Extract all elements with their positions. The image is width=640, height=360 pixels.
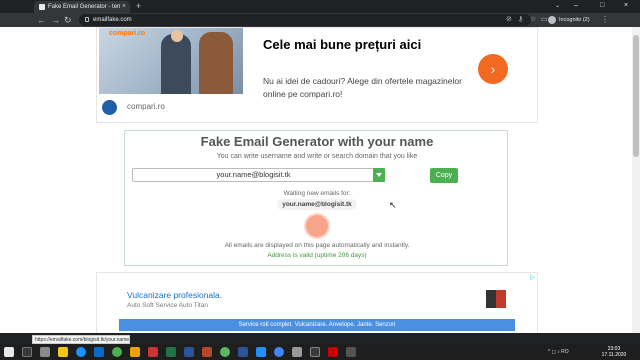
- close-window-button[interactable]: ×: [624, 1, 628, 11]
- ad-image[interactable]: compari.ro: [99, 28, 243, 94]
- ad-arrow-button[interactable]: ›: [478, 54, 508, 84]
- page-subtitle: You can write username and write or sear…: [216, 153, 418, 160]
- reload-icon[interactable]: ↻: [64, 14, 72, 26]
- edge-icon[interactable]: [76, 347, 86, 357]
- copy-button[interactable]: Copy: [430, 168, 458, 183]
- back-arrow-icon[interactable]: ←: [37, 14, 46, 26]
- ad-person-head: [171, 30, 183, 42]
- address-validity-status: Address is valid (uptime 206 days): [267, 252, 367, 259]
- domain-dropdown-button[interactable]: [373, 168, 385, 182]
- lock-icon[interactable]: [85, 17, 89, 22]
- scrollbar-thumb[interactable]: [633, 35, 639, 157]
- file-explorer-icon[interactable]: [58, 347, 68, 357]
- tab-strip: Fake Email Generator - temp m... × + ⌄ –…: [0, 0, 640, 13]
- tab-title: Fake Email Generator - temp m...: [48, 4, 120, 10]
- ad-site-label[interactable]: compari.ro: [127, 102, 165, 111]
- task-view-icon[interactable]: [40, 347, 50, 357]
- browser-menu-icon[interactable]: ⋮: [601, 14, 609, 26]
- word-icon[interactable]: [238, 347, 248, 357]
- toolbar-icons: ⊘ ⚷ ☆ ▭: [506, 15, 550, 25]
- page-title: Fake Email Generator with your name: [200, 134, 434, 149]
- mouse-cursor-icon: ↖: [389, 200, 397, 210]
- app-icon[interactable]: [148, 347, 158, 357]
- address-bar[interactable]: emailfake.com: [79, 14, 531, 26]
- app-icon[interactable]: [256, 347, 266, 357]
- app-icon[interactable]: [328, 347, 338, 357]
- auto-refresh-note: All emails are displayed on this page au…: [224, 242, 410, 249]
- ad-text: Nu ai idei de cadouri? Alege din ofertel…: [263, 76, 462, 99]
- browser-toolbar: ← → ↻ emailfake.com ⊘ ⚷ ☆ ▭ Incognito (2…: [0, 13, 640, 27]
- start-menu-icon[interactable]: [4, 347, 14, 357]
- ad-description-bar[interactable]: Service roti complet. Vulcanizare. Anvel…: [119, 319, 515, 331]
- app-icon[interactable]: [112, 347, 122, 357]
- tab-fake-email-generator[interactable]: Fake Email Generator - temp m... ×: [34, 1, 130, 13]
- incognito-label: Incognito (2): [559, 17, 590, 23]
- ad-title[interactable]: Cele mai bune prețuri aici: [263, 37, 421, 52]
- ad-person-image: [199, 32, 233, 94]
- app-icon[interactable]: [220, 347, 230, 357]
- minimize-button[interactable]: –: [574, 1, 578, 11]
- windows-taskbar: ^ ◻ ♪ RO 23:03 17.11.2020: [0, 344, 640, 360]
- bottom-ad-banner[interactable]: ▷ Vulcanizare profesionala. Auto Soft Se…: [96, 272, 538, 333]
- email-input[interactable]: your.name@blogisit.tk: [132, 168, 375, 182]
- search-icon[interactable]: [22, 347, 32, 357]
- bookmark-star-icon[interactable]: ☆: [530, 15, 536, 25]
- excel-icon[interactable]: [166, 347, 176, 357]
- clock-date: 17.11.2020: [601, 352, 627, 358]
- app-icon[interactable]: [310, 347, 320, 357]
- tab-close-icon[interactable]: ×: [122, 2, 126, 12]
- ad-person-image: [161, 34, 191, 94]
- waiting-label: Waiting new emails for:: [283, 190, 351, 197]
- app-icon[interactable]: [130, 347, 140, 357]
- site-favicon-icon: [39, 4, 45, 10]
- store-icon[interactable]: [94, 347, 104, 357]
- compari-logo-icon: [102, 100, 117, 115]
- ad-title[interactable]: Vulcanizare profesionala.: [127, 290, 222, 300]
- loading-spinner-icon: [306, 215, 328, 237]
- waiting-address: your.name@blogisit.tk: [277, 199, 357, 210]
- page-content: compari.ro Cele mai bune prețuri aici Nu…: [0, 27, 640, 333]
- forward-arrow-icon[interactable]: →: [51, 14, 60, 26]
- app-icon[interactable]: [202, 347, 212, 357]
- new-tab-button[interactable]: +: [136, 1, 141, 11]
- incognito-profile[interactable]: Incognito (2): [548, 15, 594, 25]
- maximize-button[interactable]: □: [600, 1, 604, 11]
- window-controls: – □ ×: [560, 0, 640, 13]
- app-icon[interactable]: [346, 347, 356, 357]
- page-scrollbar[interactable]: [632, 27, 640, 333]
- key-icon[interactable]: ⚷: [518, 15, 523, 25]
- system-tray[interactable]: ^ ◻ ♪ RO: [548, 347, 569, 357]
- ad-subtitle: Auto Soft Service Auto Titan: [127, 302, 208, 309]
- address-url[interactable]: emailfake.com: [93, 15, 132, 25]
- word-icon[interactable]: [184, 347, 194, 357]
- camera-blocked-icon[interactable]: ⊘: [506, 15, 512, 25]
- link-status-bubble: https://emailfake.com/blogisit.tk/your.n…: [32, 335, 130, 344]
- cast-icon[interactable]: ▭: [541, 15, 548, 25]
- chrome-icon[interactable]: [274, 347, 284, 357]
- ad-brand-logo: compari.ro: [109, 30, 146, 37]
- adchoices-icon[interactable]: ▷: [530, 274, 535, 281]
- app-icon[interactable]: [292, 347, 302, 357]
- taskbar-clock[interactable]: 23:03 17.11.2020: [596, 346, 632, 358]
- incognito-icon: [548, 16, 556, 24]
- email-generator-panel: Fake Email Generator with your name You …: [124, 130, 508, 266]
- ad-image[interactable]: [486, 290, 506, 308]
- top-ad-banner[interactable]: compari.ro Cele mai bune prețuri aici Nu…: [96, 27, 538, 123]
